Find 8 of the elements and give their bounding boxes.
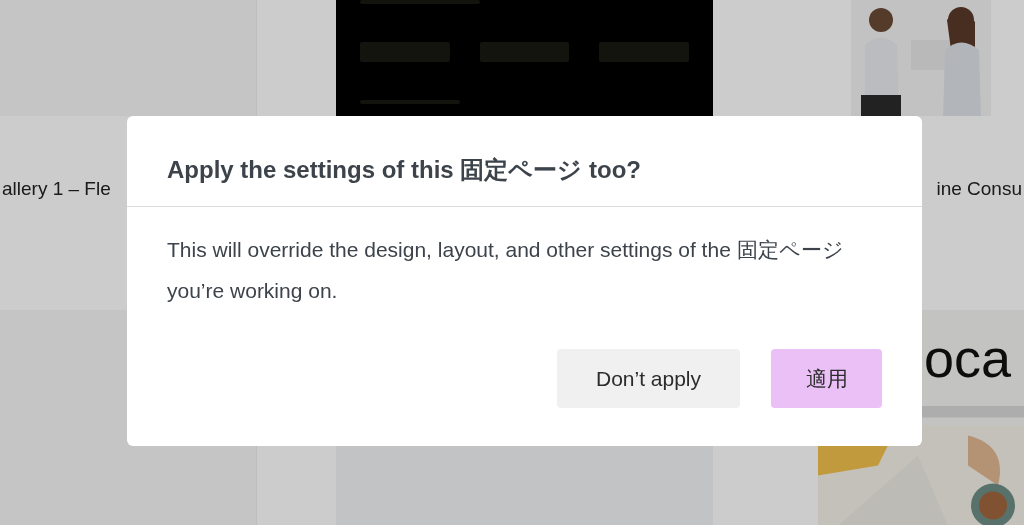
template-thumbnail[interactable] [0, 0, 257, 116]
apply-button[interactable]: 適用 [771, 349, 882, 408]
template-title: allery 1 – Fle [2, 178, 111, 200]
template-thumbnail[interactable] [336, 0, 713, 116]
dialog-title: Apply the settings of this 固定ページ too? [127, 116, 922, 207]
template-title: ine Consu [936, 178, 1022, 200]
dialog-message: This will override the design, layout, and other settings of the 固定ページ you’re working on. [167, 237, 845, 304]
cancel-button[interactable]: Don’t apply [557, 349, 740, 408]
